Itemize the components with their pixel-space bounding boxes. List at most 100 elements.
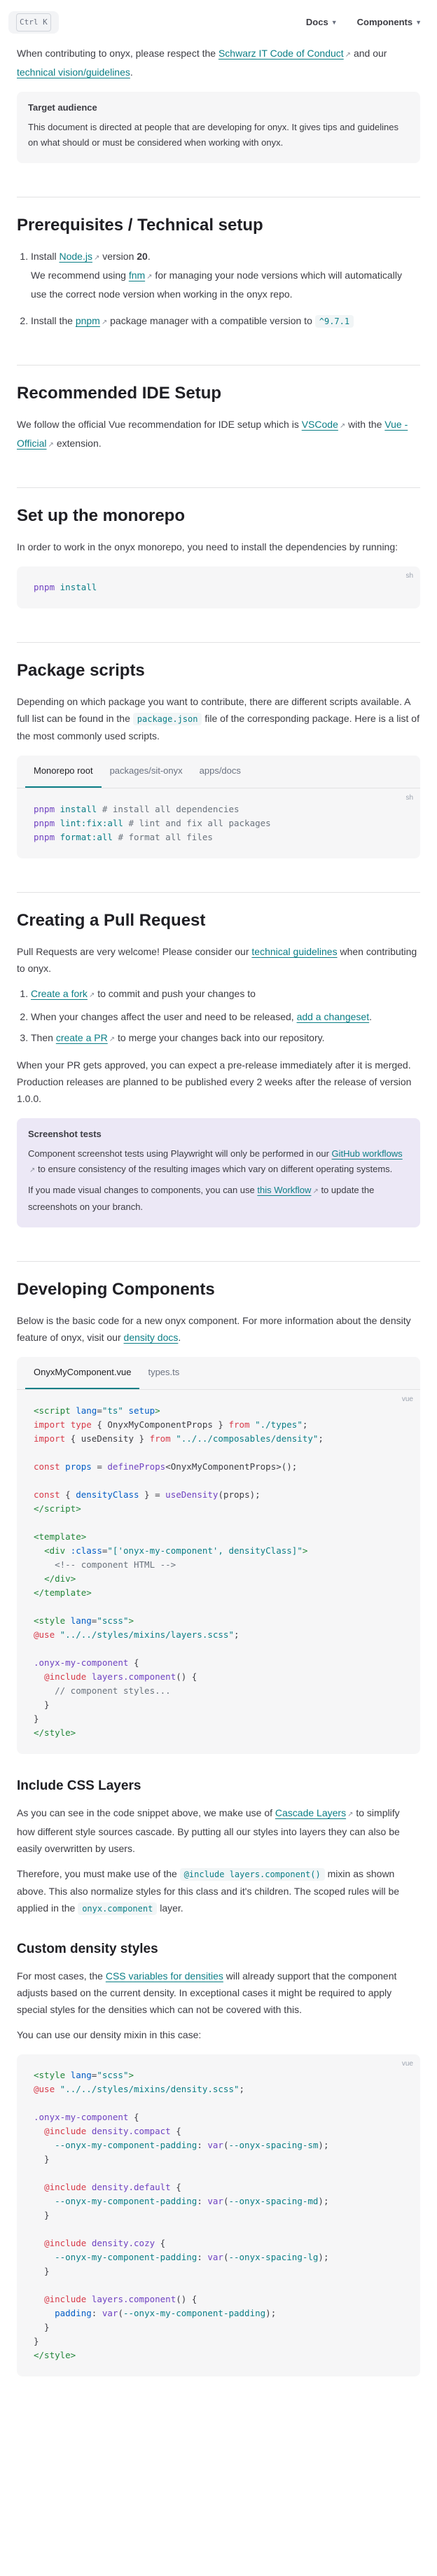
code-token: lint:fix:all <box>60 818 123 828</box>
code-lang-label: vue <box>401 2060 413 2068</box>
list-text: version <box>99 251 137 262</box>
pull-request-heading: Creating a Pull Request <box>17 892 420 932</box>
intro-paragraph: When contributing to onyx, please respec… <box>17 45 420 81</box>
list-text: Install <box>31 251 60 262</box>
custom-density-heading: Custom density styles <box>17 1942 158 1956</box>
layers-text: layer. <box>157 1902 183 1914</box>
dev-text: Below is the basic code for a new onyx c… <box>17 1315 411 1343</box>
code-token: pnpm <box>34 804 55 814</box>
density-p2: You can use our density mixin in this ca… <box>17 2029 202 2040</box>
code-tabs: Monorepo root packages/sit-onyx apps/doc… <box>17 756 420 788</box>
tab-onyx-my-component[interactable]: OnyxMyComponent.vue <box>25 1357 140 1389</box>
this-workflow-link[interactable]: this Workflow <box>257 1185 318 1195</box>
ide-heading: Recommended IDE Setup <box>17 365 420 405</box>
developing-components-heading: Developing Components <box>17 1261 420 1301</box>
list-text: When your changes affect the user and ne… <box>31 1011 297 1022</box>
code-of-conduct-link[interactable]: Schwarz IT Code of Conduct <box>218 48 351 59</box>
monorepo-heading: Set up the monorepo <box>17 487 420 527</box>
nav-docs[interactable]: Docs ▼ <box>299 14 345 31</box>
fnm-link[interactable]: fnm <box>129 270 153 281</box>
code-token: format:all <box>60 832 113 842</box>
intro-text: When contributing to onyx, please respec… <box>17 48 218 59</box>
list-text: to commit and push your changes to <box>95 988 256 999</box>
scripts-code-group: Monorepo root packages/sit-onyx apps/doc… <box>17 756 420 858</box>
list-text: . <box>369 1011 372 1022</box>
search-shortcut: Ctrl K <box>16 13 51 32</box>
add-changeset-link[interactable]: add a changeset <box>297 1011 370 1022</box>
ide-text: extension. <box>53 438 102 449</box>
package-scripts-paragraph: Depending on which package you want to c… <box>17 693 420 744</box>
nav-components-label: Components <box>356 17 413 27</box>
code-token: pnpm <box>34 818 55 828</box>
code-tabs: OnyxMyComponent.vue types.ts <box>17 1357 420 1390</box>
screenshot-tests-callout: Screenshot tests Component screenshot te… <box>17 1118 420 1227</box>
density-code-block[interactable]: vue <style lang="scss"> @use "../../styl… <box>17 2054 420 2376</box>
pnpm-link[interactable]: pnpm <box>76 315 107 326</box>
prerequisites-list: Install Node.js version 20. We recommend… <box>17 248 420 331</box>
css-layers-heading: Include CSS Layers <box>17 1778 141 1793</box>
css-layers-p1: As you can see in the code snippet above… <box>17 1804 420 1857</box>
layers-text: Therefore, you must make use of the <box>17 1868 180 1879</box>
code-token: pnpm <box>34 832 55 842</box>
list-item: Then create a PR to merge your changes b… <box>31 1029 420 1048</box>
nav-components[interactable]: Components ▼ <box>350 14 429 31</box>
sub-item: We recommend using fnm for managing your… <box>31 267 420 302</box>
chevron-down-icon: ▼ <box>415 19 422 26</box>
dev-text: . <box>178 1332 181 1343</box>
callout-text-part: Component screenshot tests using Playwri… <box>28 1148 332 1159</box>
intro-text: and our <box>351 48 387 59</box>
search-button[interactable]: Ctrl K <box>8 11 59 34</box>
monorepo-paragraph: In order to work in the onyx monorepo, y… <box>17 541 398 552</box>
create-pr-link[interactable]: create a PR <box>56 1032 115 1043</box>
code-comment: # lint and fix all packages <box>128 818 271 828</box>
prerequisites-heading: Prerequisites / Technical setup <box>17 197 420 237</box>
dev-paragraph: Below is the basic code for a new onyx c… <box>17 1312 420 1346</box>
density-code: <style lang="scss"> @use "../../styles/m… <box>34 2070 329 2360</box>
callout-title: Screenshot tests <box>28 1129 102 1139</box>
pr-text: Pull Requests are very welcome! Please c… <box>17 946 252 957</box>
tab-sit-onyx[interactable]: packages/sit-onyx <box>102 756 191 788</box>
intro-text: . <box>130 67 133 78</box>
component-code: <script lang="ts" setup> import type { O… <box>34 1405 324 1738</box>
pnpm-version-code: ^9.7.1 <box>314 315 354 328</box>
tab-types-ts[interactable]: types.ts <box>139 1357 188 1389</box>
css-layers-p2: Therefore, you must make use of the @inc… <box>17 1865 420 1917</box>
list-item: Create a fork to commit and push your ch… <box>31 985 420 1004</box>
technical-guidelines-link[interactable]: technical guidelines <box>251 946 337 957</box>
tab-apps-docs[interactable]: apps/docs <box>191 756 249 788</box>
top-navigation: Ctrl K Docs ▼ Components ▼ <box>0 0 437 45</box>
pr-steps: Create a fork to commit and push your ch… <box>17 985 420 1048</box>
install-code-block[interactable]: sh pnpm install <box>17 566 420 608</box>
ide-text: with the <box>345 419 385 430</box>
density-p1: For most cases, the CSS variables for de… <box>17 1968 420 2018</box>
callout-text: If you made visual changes to components… <box>28 1183 409 1215</box>
list-text: package manager with a compatible versio… <box>107 315 315 326</box>
package-json-code: package.json <box>132 713 202 725</box>
main-content: When contributing to onyx, please respec… <box>0 45 437 2416</box>
vscode-link[interactable]: VSCode <box>302 419 346 430</box>
list-text: to merge your changes back into our repo… <box>115 1032 325 1043</box>
node-version: 20 <box>137 251 148 262</box>
list-item: Install the pnpm package manager with a … <box>31 312 420 331</box>
code-comment: # format all files <box>118 832 213 842</box>
css-density-variables-link[interactable]: CSS variables for densities <box>106 1970 223 1982</box>
callout-text-part: If you made visual changes to components… <box>28 1185 258 1195</box>
technical-vision-link[interactable]: technical vision/guidelines <box>17 67 130 78</box>
list-text: We recommend using <box>31 270 129 281</box>
list-item: Install Node.js version 20. We recommend… <box>31 248 420 302</box>
code-token: install <box>60 804 97 814</box>
cascade-layers-link[interactable]: Cascade Layers <box>275 1807 354 1818</box>
density-text: For most cases, the <box>17 1970 106 1982</box>
create-fork-link[interactable]: Create a fork <box>31 988 95 999</box>
callout-text-part: to ensure consistency of the resulting i… <box>35 1164 393 1174</box>
callout-title: Target audience <box>28 102 97 113</box>
list-item: When your changes affect the user and ne… <box>31 1008 420 1025</box>
target-audience-callout: Target audience This document is directe… <box>17 92 420 163</box>
package-scripts-heading: Package scripts <box>17 642 420 682</box>
tab-monorepo-root[interactable]: Monorepo root <box>25 756 102 788</box>
layer-name-code: onyx.component <box>78 1902 158 1915</box>
pr-release-note: When your PR gets approved, you can expe… <box>17 1059 412 1104</box>
nodejs-link[interactable]: Node.js <box>59 251 99 262</box>
density-docs-link[interactable]: density docs <box>124 1332 179 1343</box>
code-lang-label: sh <box>405 572 413 580</box>
